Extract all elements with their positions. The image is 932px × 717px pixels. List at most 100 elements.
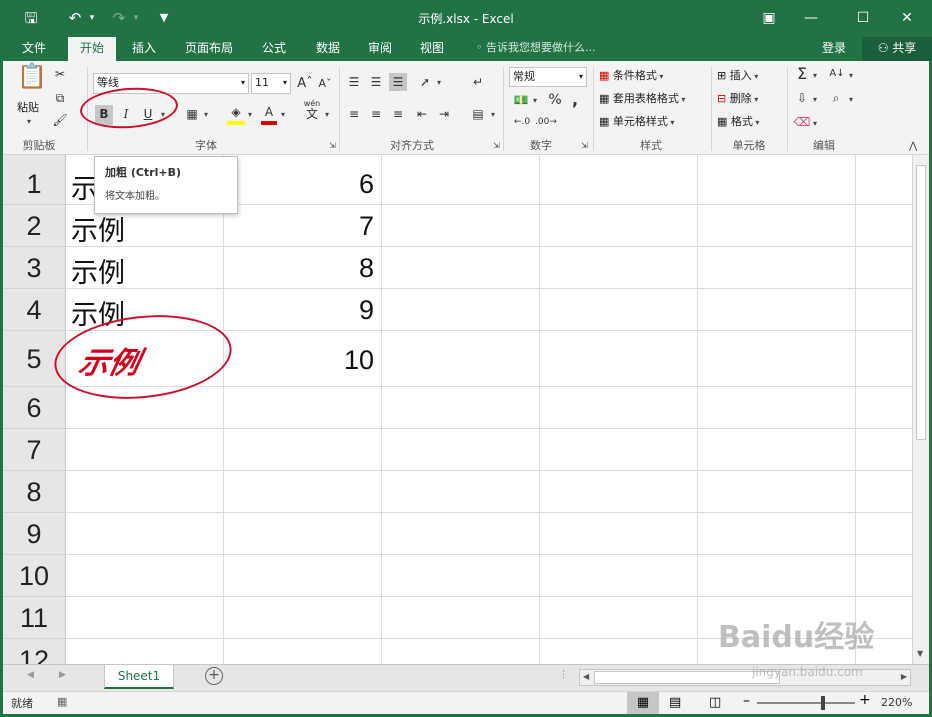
decrease-decimal-icon[interactable]: .00→	[535, 113, 557, 131]
fill-color-dropdown-icon[interactable]: ▾	[248, 110, 252, 119]
row-header[interactable]: 3	[3, 247, 66, 289]
align-left-icon[interactable]: ≡	[345, 105, 363, 123]
bottom-align-icon[interactable]: ☰	[389, 73, 407, 91]
table-row[interactable]	[66, 387, 912, 429]
row-header[interactable]: 1	[3, 163, 66, 205]
paste-dropdown-icon[interactable]: ▾	[27, 117, 31, 126]
row-header[interactable]: 7	[3, 429, 66, 471]
autosum-dropdown-icon[interactable]: ▾	[813, 71, 817, 80]
undo-icon[interactable]: ↶	[64, 8, 86, 28]
normal-view-icon[interactable]: ▦	[627, 692, 659, 714]
fill-dropdown-icon[interactable]: ▾	[813, 95, 817, 104]
cell-styles-button[interactable]: ▦ 单元格样式 ▾	[599, 113, 674, 132]
font-name-dropdown-icon[interactable]: ▾	[241, 74, 245, 92]
decrease-font-icon[interactable]: Aˇ	[317, 75, 333, 93]
phonetic-guide-icon[interactable]: wén 文	[303, 99, 321, 121]
worksheet-grid[interactable]: 1 示例 6 2 示例 7 3 示例 8 4 示例 9 5 10 6 7 8 9…	[3, 155, 929, 664]
clear-dropdown-icon[interactable]: ▾	[813, 119, 817, 128]
increase-font-icon[interactable]: Aˆ	[297, 75, 313, 93]
zoom-in-icon[interactable]: +	[859, 692, 871, 708]
format-cells-button[interactable]: ▦ 格式 ▾	[717, 113, 759, 132]
font-dialog-launcher-icon[interactable]: ⇲	[329, 141, 336, 150]
scrollbar-thumb[interactable]	[916, 165, 926, 440]
accounting-format-icon[interactable]: 💵	[511, 91, 531, 109]
scroll-tabs-right-icon[interactable]: ▶	[59, 670, 66, 680]
minimize-icon[interactable]: —	[794, 4, 828, 32]
row-header[interactable]: 8	[3, 471, 66, 513]
font-color-dropdown-icon[interactable]: ▾	[281, 110, 285, 119]
row-header[interactable]: 11	[3, 597, 66, 639]
cell-b[interactable]: 10	[226, 345, 374, 376]
comma-button[interactable]: ,	[569, 91, 581, 109]
top-align-icon[interactable]: ☰	[345, 73, 363, 91]
cell-b[interactable]: 9	[226, 295, 374, 326]
macro-record-icon[interactable]: ▦	[57, 695, 67, 708]
increase-decimal-icon[interactable]: ←.0	[511, 113, 533, 131]
tab-view[interactable]: 视图	[410, 37, 454, 61]
align-center-icon[interactable]: ≡	[367, 105, 385, 123]
save-icon[interactable]: 🖫	[20, 8, 42, 28]
font-size-dropdown-icon[interactable]: ▾	[283, 74, 287, 92]
merge-center-icon[interactable]: ▤	[469, 105, 487, 123]
cell-b[interactable]: 6	[226, 169, 374, 200]
scroll-down-icon[interactable]: ▼	[917, 649, 923, 658]
cell-b[interactable]: 8	[226, 253, 374, 284]
share-button[interactable]: ⚇ 共享	[862, 37, 932, 61]
percent-button[interactable]: %	[546, 91, 564, 109]
number-dialog-launcher-icon[interactable]: ⇲	[581, 141, 588, 150]
vertical-scrollbar[interactable]: ▼	[912, 155, 929, 664]
maximize-icon[interactable]: ☐	[846, 4, 880, 32]
ribbon-display-icon[interactable]: ▣	[752, 4, 786, 32]
fill-color-icon[interactable]: ◈	[227, 103, 245, 125]
row-header[interactable]: 6	[3, 387, 66, 429]
font-size-box[interactable]: 11 ▾	[251, 73, 291, 94]
tab-split-handle-icon[interactable]: ⋮	[559, 670, 568, 680]
format-painter-icon[interactable]: 🖌	[51, 111, 69, 129]
zoom-slider[interactable]	[757, 696, 855, 710]
tab-formulas[interactable]: 公式	[252, 37, 296, 61]
scroll-tabs-left-icon[interactable]: ◀	[27, 670, 34, 680]
sheet-tab[interactable]: Sheet1	[104, 665, 174, 689]
align-right-icon[interactable]: ≡	[389, 105, 407, 123]
page-layout-view-icon[interactable]: ▤	[669, 695, 681, 710]
clear-icon[interactable]: ⌫	[793, 113, 811, 131]
row-header[interactable]: 4	[3, 289, 66, 331]
row-header[interactable]: 12	[3, 639, 66, 664]
find-select-dropdown-icon[interactable]: ▾	[849, 95, 853, 104]
merge-dropdown-icon[interactable]: ▾	[491, 110, 495, 119]
table-row[interactable]	[66, 429, 912, 471]
font-color-icon[interactable]: A	[261, 103, 277, 125]
wrap-text-icon[interactable]: ↵	[469, 73, 487, 91]
borders-dropdown-icon[interactable]: ▾	[204, 110, 208, 119]
alignment-dialog-launcher-icon[interactable]: ⇲	[493, 141, 500, 150]
page-break-view-icon[interactable]: ◫	[709, 695, 721, 710]
delete-cells-button[interactable]: ⊟ 删除 ▾	[717, 90, 758, 109]
table-row[interactable]	[66, 471, 912, 513]
row-header[interactable]: 10	[3, 555, 66, 597]
cell-a[interactable]: 示例	[71, 209, 125, 248]
tab-file[interactable]: 文件	[12, 37, 56, 61]
tab-data[interactable]: 数据	[306, 37, 350, 61]
autosum-icon[interactable]: Σ	[793, 65, 811, 83]
sign-in-link[interactable]: 登录	[822, 37, 846, 59]
tab-page-layout[interactable]: 页面布局	[176, 37, 242, 61]
zoom-level[interactable]: 220%	[881, 696, 912, 709]
undo-dropdown-icon[interactable]: ▾	[86, 8, 98, 28]
sort-filter-dropdown-icon[interactable]: ▾	[849, 71, 853, 80]
pin-ribbon-icon[interactable]: ⋀	[909, 141, 917, 152]
cut-icon[interactable]: ✂	[51, 65, 69, 83]
row-header[interactable]: 9	[3, 513, 66, 555]
paste-icon[interactable]: 📋	[17, 64, 47, 97]
tell-me-search[interactable]: ◦ 告诉我您想要做什么...	[476, 37, 596, 61]
new-sheet-icon[interactable]: +	[205, 667, 223, 685]
table-row[interactable]	[66, 513, 912, 555]
customize-qat-icon[interactable]: ▼	[156, 8, 172, 28]
table-row[interactable]	[66, 555, 912, 597]
tab-insert[interactable]: 插入	[122, 37, 166, 61]
cell-b[interactable]: 7	[226, 211, 374, 242]
middle-align-icon[interactable]: ☰	[367, 73, 385, 91]
cell-a[interactable]: 示例	[71, 251, 125, 290]
increase-indent-icon[interactable]: ⇥	[435, 105, 453, 123]
borders-icon[interactable]: ▦	[183, 105, 201, 123]
row-header[interactable]: 2	[3, 205, 66, 247]
